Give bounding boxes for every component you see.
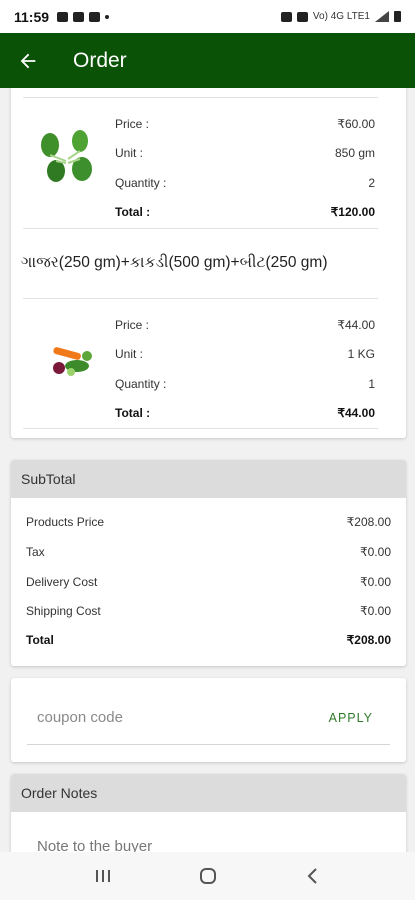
price-value: ₹44.00 [337,318,375,332]
total-row: Total : ₹120.00 [115,202,375,222]
app-bar: Order [0,33,415,88]
product-name: ગાજર(250 gm)+કાકડી(500 gm)+બીટ(250 gm) [21,254,328,271]
recents-icon [95,870,110,882]
home-button[interactable] [188,856,228,896]
battery-icon [394,11,401,22]
product-image [33,123,101,193]
divider [23,428,378,429]
quantity-label: Quantity : [115,377,167,391]
quantity-label: Quantity : [115,176,167,190]
spinach-icon [41,130,92,182]
order-notes-header: Order Notes [11,774,406,812]
tax-row: Tax ₹0.00 [26,542,391,562]
back-button[interactable] [0,33,56,88]
recents-button[interactable] [83,856,123,896]
products-price-row: Products Price ₹208.00 [26,512,391,532]
quantity-value: 2 [368,176,375,190]
home-icon [199,868,216,884]
divider [23,97,378,98]
unit-label: Unit : [115,146,144,160]
notes-input[interactable]: Note to the buyer [37,838,152,852]
coupon-card: coupon code APPLY [11,678,406,762]
quantity-row: Quantity : 1 [115,374,375,394]
scroll-content[interactable]: Price : ₹60.00 Unit : 850 gm Quantity : … [0,88,415,852]
row-value: ₹0.00 [360,545,391,559]
subtotal-card: SubTotal Products Price ₹208.00 Tax ₹0.0… [11,460,406,666]
row-label: Tax [26,545,45,559]
apply-button[interactable]: APPLY [329,711,373,725]
total-label: Total : [115,406,151,420]
row-label: Total [26,633,54,647]
divider [23,228,378,229]
unit-row: Unit : 1 KG [115,344,375,364]
row-label: Shipping Cost [26,604,101,618]
system-nav-bar [0,852,415,900]
total-value: ₹120.00 [330,205,375,219]
subtotal-total-row: Total ₹208.00 [26,630,391,650]
more-notifications-icon [105,14,110,19]
row-value: ₹0.00 [360,604,391,618]
total-label: Total : [115,205,151,219]
total-row: Total : ₹44.00 [115,403,375,423]
row-value: ₹0.00 [360,575,391,589]
row-label: Products Price [26,515,105,529]
price-label: Price : [115,117,150,131]
unit-row: Unit : 850 gm [115,143,375,163]
arrow-left-icon [20,53,36,68]
order-items-card: Price : ₹60.00 Unit : 850 gm Quantity : … [11,88,406,438]
lock-icon [280,11,292,22]
coupon-input[interactable]: coupon code [37,709,123,726]
status-bar: 11:59 Vo) 4G LTE1 [0,0,415,33]
gallery-notification-icon [57,11,69,22]
order-notes-card: Order Notes Note to the buyer [11,774,406,852]
price-value: ₹60.00 [337,117,375,131]
unit-value: 1 KG [347,347,375,361]
back-nav-button[interactable] [293,856,333,896]
coupon-underline [27,744,390,745]
row-value: ₹208.00 [346,515,391,529]
mixed-vegetables-icon [53,347,92,376]
app-notification-icon [89,11,101,22]
alarm-icon [296,11,308,22]
price-row: Price : ₹60.00 [115,114,375,134]
row-value: ₹208.00 [346,633,391,647]
subtotal-header: SubTotal [11,460,406,498]
status-time: 11:59 [14,8,50,25]
product-image [41,336,101,386]
divider [23,298,378,299]
unit-label: Unit : [115,347,144,361]
delivery-cost-row: Delivery Cost ₹0.00 [26,572,391,592]
shipping-cost-row: Shipping Cost ₹0.00 [26,601,391,621]
price-label: Price : [115,318,150,332]
quantity-row: Quantity : 2 [115,173,375,193]
notification-icons [57,11,110,22]
page-title: Order [73,48,127,72]
row-label: Delivery Cost [26,575,98,589]
back-chevron-icon [307,868,317,884]
total-value: ₹44.00 [337,406,375,420]
price-row: Price : ₹44.00 [115,315,375,335]
signal-icon [375,11,389,22]
network-indicator: Vo) 4G LTE1 [312,11,370,22]
quantity-value: 1 [368,377,375,391]
system-icons: Vo) 4G LTE1 [280,11,401,22]
unit-value: 850 gm [334,146,375,160]
message-notification-icon [73,11,85,22]
